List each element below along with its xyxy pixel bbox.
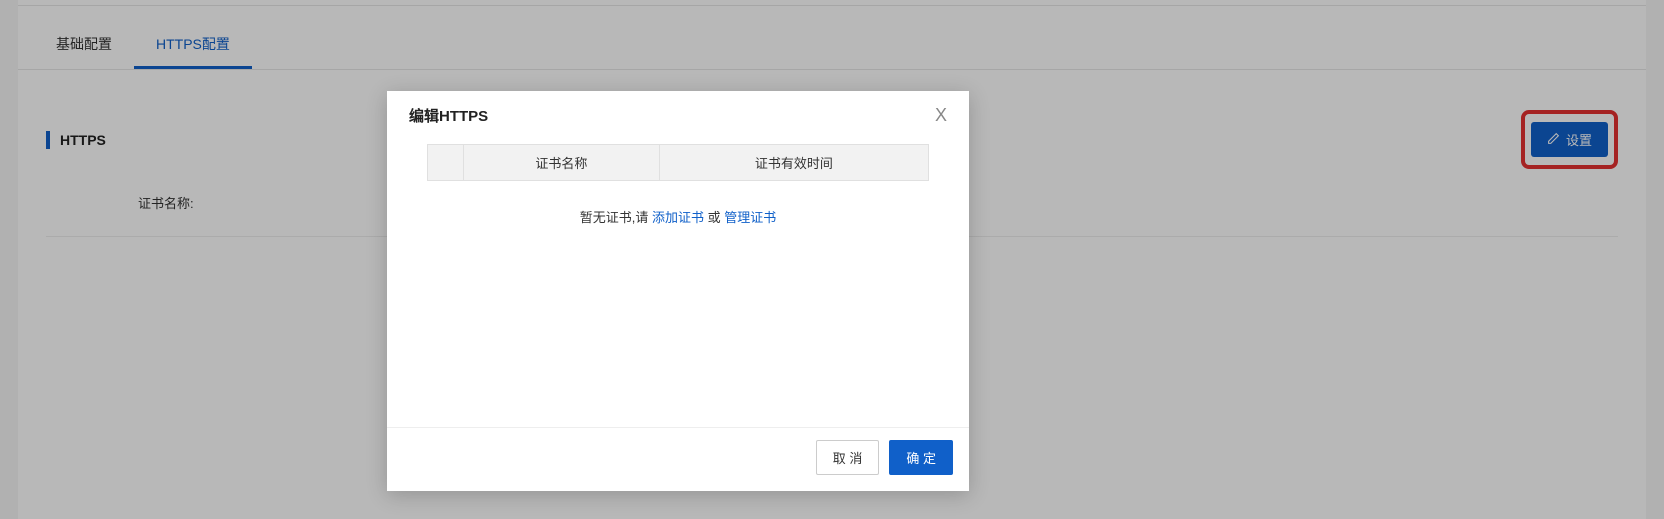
empty-text-mid: 或 [704,210,724,225]
cert-table-name-col: 证书名称 [464,145,660,181]
manage-cert-link[interactable]: 管理证书 [724,210,776,225]
empty-cert-message: 暂无证书,请 添加证书 或 管理证书 [427,181,929,252]
cert-table-header-row: 证书名称 证书有效时间 [428,145,929,181]
cancel-button[interactable]: 取 消 [816,440,880,475]
cert-table-select-col [428,145,464,181]
ok-button-label: 确 定 [906,451,936,466]
empty-text-prefix: 暂无证书,请 [580,210,652,225]
cert-table-valid-col: 证书有效时间 [659,145,928,181]
cancel-button-label: 取 消 [833,451,863,466]
modal-footer: 取 消 确 定 [387,427,969,491]
modal-close-button[interactable]: X [935,105,947,126]
close-icon: X [935,105,947,125]
edit-https-modal: 编辑HTTPS X 证书名称 证书有效时间 暂无证书,请 添加证书 或 管理证书… [387,91,969,491]
cert-table: 证书名称 证书有效时间 [427,144,929,181]
modal-title: 编辑HTTPS [409,105,488,126]
add-cert-link[interactable]: 添加证书 [652,210,704,225]
ok-button[interactable]: 确 定 [889,440,953,475]
modal-body: 证书名称 证书有效时间 暂无证书,请 添加证书 或 管理证书 [387,144,969,427]
modal-header: 编辑HTTPS X [387,91,969,144]
